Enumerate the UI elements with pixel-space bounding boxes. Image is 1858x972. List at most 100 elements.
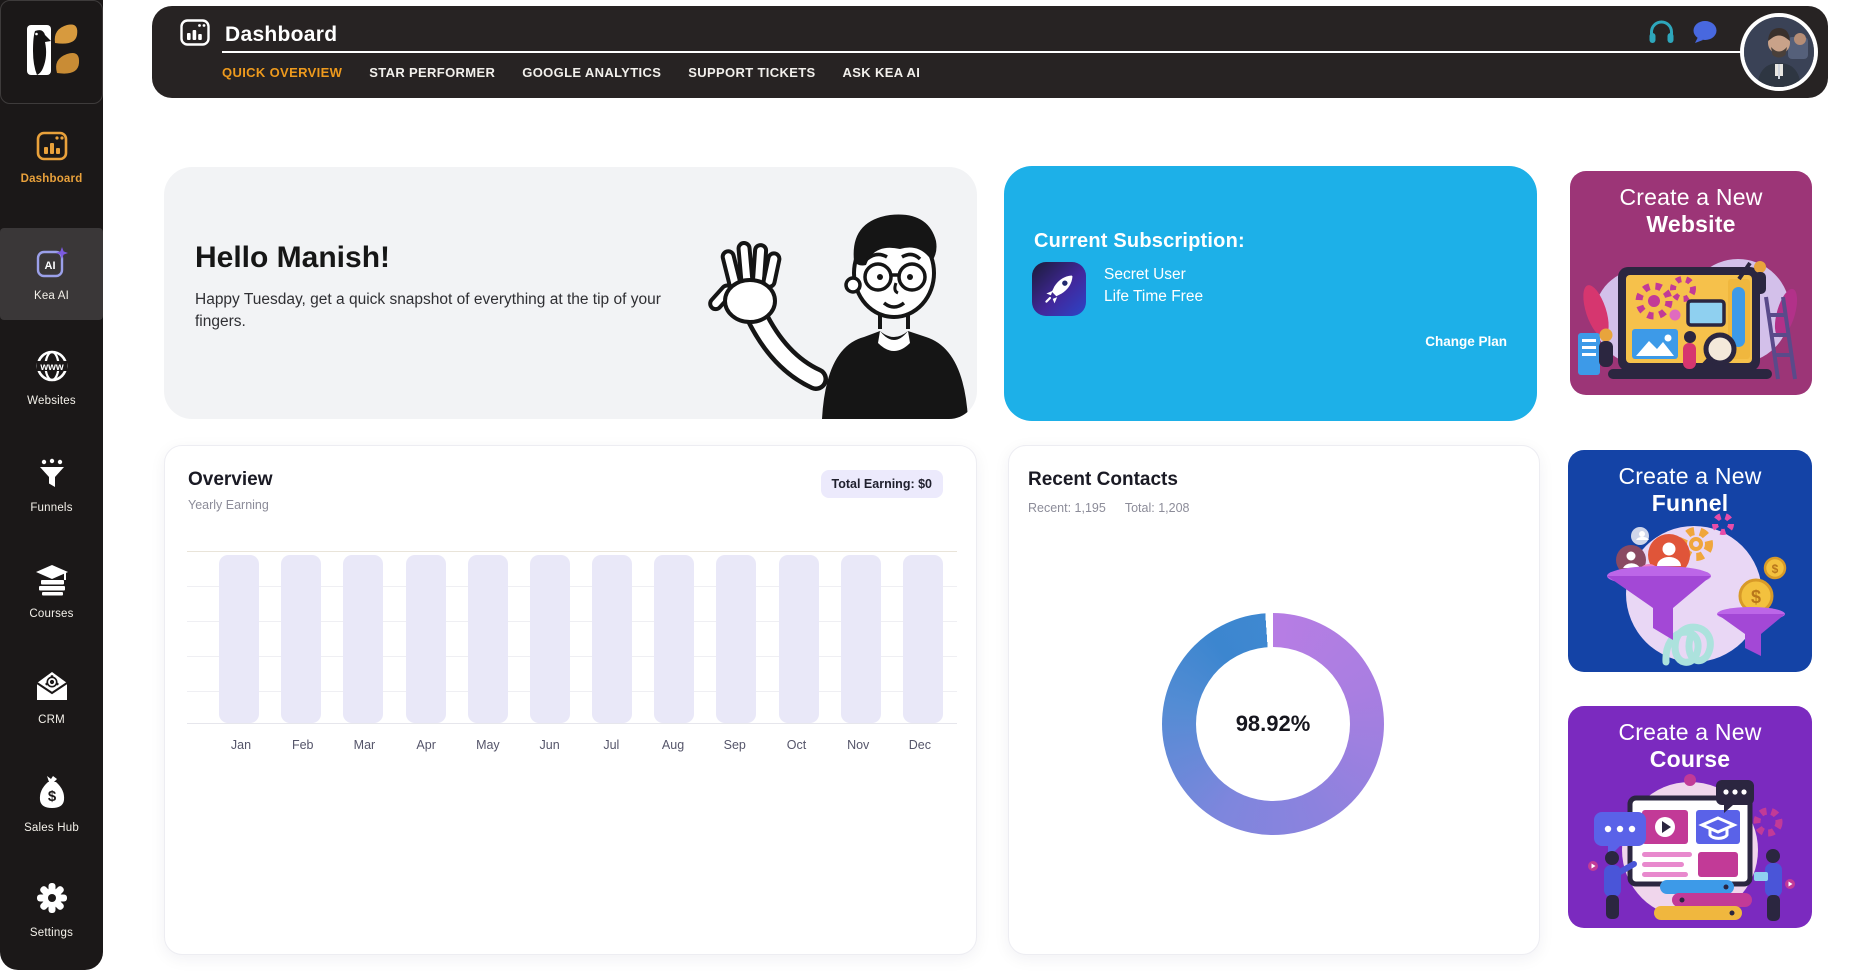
gear-icon (35, 881, 69, 920)
overview-subtitle: Yearly Earning (188, 498, 269, 512)
tab-ask-kea-ai[interactable]: ASK KEA AI (843, 65, 921, 80)
sidebar-item-label: Dashboard (21, 173, 83, 185)
website-illustration (1570, 239, 1812, 391)
chart-bar-feb (281, 555, 321, 723)
funnel-illustration: $ $ (1568, 508, 1812, 668)
chart-bar-may (468, 555, 508, 723)
svg-text:$: $ (47, 788, 56, 805)
chart-baseline (187, 723, 957, 724)
axis-label: Nov (836, 738, 880, 752)
axis-label: Feb (281, 738, 325, 752)
rocket-icon (1032, 262, 1086, 316)
chart-bar-aug (654, 555, 694, 723)
sidebar: Dashboard AI Kea AI www Web (0, 0, 103, 970)
tab-quick-overview[interactable]: QUICK OVERVIEW (222, 65, 342, 80)
axis-label: Mar (342, 738, 386, 752)
subscription-plan: Life Time Free (1104, 288, 1203, 306)
axis-label: May (466, 738, 510, 752)
promo-prefix: Create a New (1568, 463, 1812, 490)
tab-support-tickets[interactable]: SUPPORT TICKETS (688, 65, 815, 80)
axis-label: Oct (774, 738, 818, 752)
sidebar-item-label: Kea AI (34, 290, 69, 302)
greeting-message: Happy Tuesday, get a quick snapshot of e… (195, 289, 675, 333)
subscription-user: Secret User (1104, 266, 1186, 284)
sidebar-item-funnels[interactable]: Funnels (0, 440, 103, 532)
create-funnel-card[interactable]: Create a New Funnel $ $ (1568, 450, 1812, 672)
chart-bar-jan (219, 555, 259, 723)
kea-logo-icon (21, 19, 83, 86)
axis-label: Aug (651, 738, 695, 752)
contacts-stats: Recent: 1,195 Total: 1,208 (1028, 501, 1189, 515)
bars-row (219, 555, 943, 723)
chat-bubble-icon[interactable] (1692, 20, 1718, 50)
sidebar-item-crm[interactable]: CRM (0, 652, 103, 744)
sidebar-item-dashboard[interactable]: Dashboard (0, 112, 103, 204)
top-bar: Dashboard QUICK OVERVIEW STAR PERFORMER … (152, 6, 1828, 98)
chart-bar-apr (406, 555, 446, 723)
axis-label: Jul (589, 738, 633, 752)
money-bag-icon: $ (35, 774, 69, 815)
axis-label: Jun (528, 738, 572, 752)
overview-card: Overview Yearly Earning Total Earning: $… (164, 445, 977, 955)
sidebar-item-websites[interactable]: www Websites (0, 332, 103, 424)
svg-text:$: $ (1772, 562, 1779, 576)
create-course-card[interactable]: Create a New Course (1568, 706, 1812, 928)
greeting-title: Hello Manish! (195, 241, 390, 275)
window-chart-icon (180, 19, 210, 51)
sidebar-item-label: CRM (38, 714, 65, 726)
headset-icon[interactable] (1648, 19, 1675, 50)
title-row: Dashboard (180, 19, 337, 51)
header-tabs: QUICK OVERVIEW STAR PERFORMER GOOGLE ANA… (222, 65, 920, 80)
gridline (187, 551, 957, 552)
sidebar-item-label: Settings (30, 927, 73, 939)
sidebar-item-courses[interactable]: Courses (0, 546, 103, 638)
contacts-title: Recent Contacts (1028, 469, 1178, 491)
sidebar-item-sales-hub[interactable]: $ Sales Hub (0, 758, 103, 850)
overview-title: Overview (188, 469, 273, 491)
chart-bar-nov (841, 555, 881, 723)
create-website-card[interactable]: Create a New Website (1570, 171, 1812, 395)
svg-text:www: www (39, 362, 64, 373)
globe-www-icon: www (34, 349, 70, 388)
funnel-icon (36, 458, 68, 495)
contacts-donut-chart: 98.92% (1162, 613, 1384, 835)
axis-label: Apr (404, 738, 448, 752)
contacts-total-count: Total: 1,208 (1125, 501, 1190, 515)
tab-google-analytics[interactable]: GOOGLE ANALYTICS (522, 65, 661, 80)
donut-hole: 98.92% (1196, 647, 1350, 801)
svg-text:$: $ (1751, 587, 1761, 607)
sidebar-item-label: Funnels (30, 502, 72, 514)
sidebar-item-kea-ai[interactable]: AI Kea AI (0, 228, 103, 320)
promo-prefix: Create a New (1568, 719, 1812, 746)
svg-text:AI: AI (44, 260, 55, 272)
course-illustration (1568, 764, 1812, 924)
sidebar-item-label: Websites (27, 395, 76, 407)
axis-label: Dec (898, 738, 942, 752)
chart-bar-jun (530, 555, 570, 723)
title-underline (222, 51, 1744, 53)
change-plan-link[interactable]: Change Plan (1425, 334, 1507, 349)
sidebar-item-settings[interactable]: Settings (0, 864, 103, 956)
promo-prefix: Create a New (1570, 184, 1812, 211)
subscription-heading: Current Subscription: (1034, 230, 1245, 253)
total-earning-badge: Total Earning: $0 (821, 470, 943, 498)
header-icons (1648, 19, 1718, 50)
sidebar-item-label: Sales Hub (24, 822, 79, 834)
axis-label: Jan (219, 738, 263, 752)
chart-bar-jul (592, 555, 632, 723)
recent-contacts-card: Recent Contacts Recent: 1,195 Total: 1,2… (1008, 445, 1540, 955)
contacts-recent-count: Recent: 1,195 (1028, 501, 1106, 515)
user-avatar[interactable] (1740, 13, 1818, 91)
courses-icon (34, 564, 70, 601)
app-logo[interactable] (0, 0, 103, 104)
dashboard-icon (36, 131, 68, 166)
kea-ai-icon: AI (35, 246, 69, 283)
tab-star-performer[interactable]: STAR PERFORMER (369, 65, 495, 80)
crm-envelope-icon (34, 670, 70, 707)
donut-percent-label: 98.92% (1236, 711, 1311, 737)
month-axis-labels: Jan Feb Mar Apr May Jun Jul Aug Sep Oct … (219, 738, 942, 752)
chart-bar-mar (343, 555, 383, 723)
waving-person-illustration (704, 207, 977, 419)
chart-bar-oct (779, 555, 819, 723)
sidebar-item-label: Courses (29, 608, 73, 620)
